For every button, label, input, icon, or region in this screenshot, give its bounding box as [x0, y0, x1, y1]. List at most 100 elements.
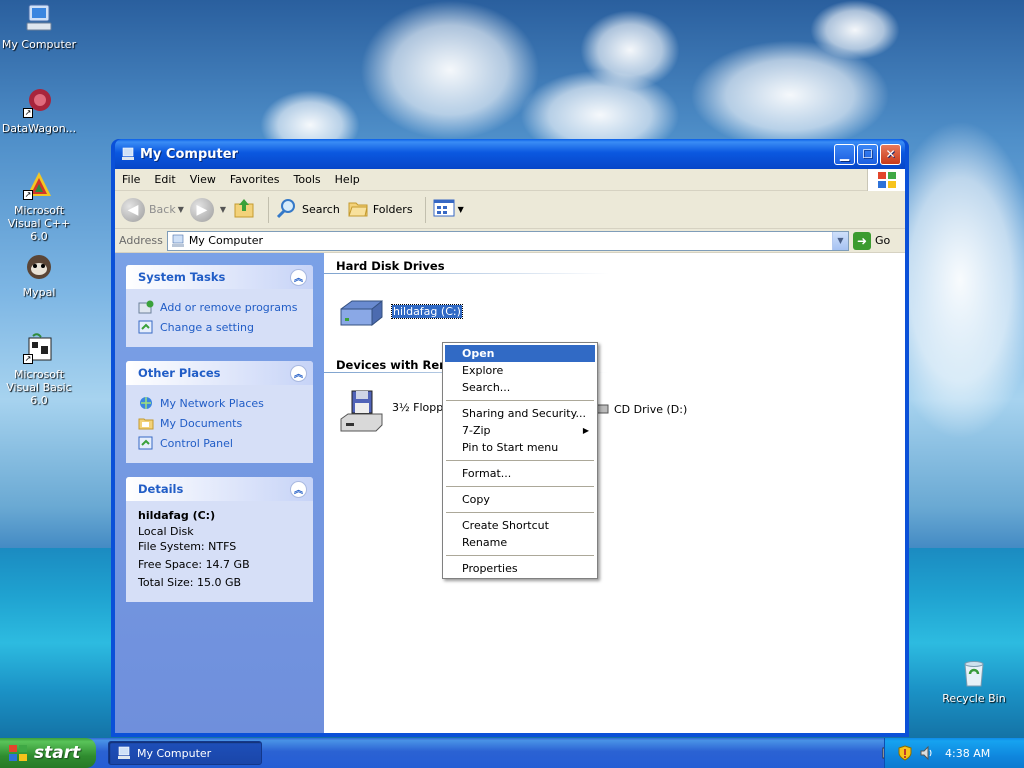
- drive-c[interactable]: hildafag (C:): [338, 291, 463, 331]
- desktop-icon-visual-cpp[interactable]: ↗ Microsoft Visual C++ 6.0: [0, 168, 79, 243]
- drive-floppy[interactable]: 3½ Floppy: [338, 387, 450, 432]
- system-tasks-panel: System Tasks ︽ Add or remove programs Ch…: [126, 265, 313, 347]
- desktop-icon-mypal[interactable]: Mypal: [0, 250, 79, 299]
- details-name: hildafag (C:): [138, 509, 216, 522]
- menu-separator: [446, 460, 594, 461]
- taskbar-my-computer[interactable]: My Computer: [108, 741, 262, 765]
- search-button[interactable]: Search: [275, 196, 340, 223]
- context-7zip[interactable]: 7-Zip ▶: [445, 422, 595, 439]
- hard-disk-drives-heading: Hard Disk Drives: [336, 259, 445, 273]
- place-label: My Documents: [160, 416, 243, 430]
- drive-c-label: hildafag (C:): [391, 303, 463, 319]
- toolbar-separator: [268, 196, 270, 223]
- collapse-icon[interactable]: ︽: [290, 364, 307, 382]
- place-my-documents[interactable]: My Documents: [138, 413, 303, 433]
- window-titlebar[interactable]: My Computer ▁ ☐ ✕: [115, 139, 905, 169]
- context-sharing-security[interactable]: Sharing and Security...: [445, 405, 595, 422]
- datawagon-icon: ↗: [23, 86, 55, 118]
- other-places-header[interactable]: Other Places ︽: [126, 361, 313, 385]
- context-search[interactable]: Search...: [445, 379, 595, 396]
- menu-tools[interactable]: Tools: [287, 173, 328, 186]
- vc6-icon: ↗: [23, 168, 55, 200]
- minimize-button[interactable]: ▁: [834, 143, 855, 165]
- start-button[interactable]: start: [0, 738, 96, 768]
- details-header[interactable]: Details ︽: [126, 477, 313, 501]
- desktop-icon-recycle-bin[interactable]: Recycle Bin: [934, 656, 1014, 705]
- folders-button[interactable]: Folders: [346, 196, 413, 223]
- folders-icon: [346, 196, 370, 223]
- standard-toolbar: ◀ Back ▼ ▶ ▼ Search Folders ▼: [115, 191, 905, 229]
- go-button[interactable]: ➜ Go: [853, 231, 901, 250]
- desktop-icon-label: Mypal: [22, 286, 56, 299]
- volume-icon[interactable]: [919, 745, 935, 761]
- place-control-panel[interactable]: Control Panel: [138, 433, 303, 453]
- address-input[interactable]: My Computer ▼: [166, 230, 849, 251]
- clock[interactable]: 4:38 AM: [945, 747, 990, 760]
- removable-storage-heading: Devices with Remo: [336, 358, 460, 372]
- shortcut-arrow-icon: ↗: [23, 354, 33, 364]
- minimize-icon: ▁: [839, 147, 850, 161]
- desktop-icon-my-computer[interactable]: My Computer: [0, 2, 79, 51]
- menu-favorites[interactable]: Favorites: [223, 173, 287, 186]
- task-change-setting[interactable]: Change a setting: [138, 317, 303, 337]
- address-bar: Address My Computer ▼ ➜ Go: [115, 229, 905, 253]
- windows-flag-icon: [8, 744, 28, 762]
- taskbar: start My Computer 4:38 AM: [0, 738, 1024, 768]
- views-button[interactable]: ▼: [432, 197, 464, 222]
- context-open[interactable]: Open: [445, 345, 595, 362]
- desktop-icon-datawagon[interactable]: ↗ DataWagon...: [0, 86, 79, 135]
- vb6-icon: ↗: [23, 332, 55, 364]
- system-tasks-header[interactable]: System Tasks ︽: [126, 265, 313, 289]
- maximize-button[interactable]: ☐: [857, 143, 878, 165]
- collapse-icon[interactable]: ︽: [290, 480, 307, 498]
- menu-separator: [446, 512, 594, 513]
- window-title: My Computer: [140, 146, 238, 162]
- panel-title: System Tasks: [138, 270, 226, 284]
- toolbar-separator: [424, 196, 426, 223]
- details-file-system: File System: NTFS: [138, 540, 237, 553]
- task-add-remove-programs[interactable]: Add or remove programs: [138, 297, 303, 317]
- up-folder-button[interactable]: [232, 196, 256, 223]
- context-pin-start[interactable]: Pin to Start menu: [445, 439, 595, 456]
- menu-edit[interactable]: Edit: [147, 173, 182, 186]
- close-button[interactable]: ✕: [880, 143, 901, 165]
- place-my-network-places[interactable]: My Network Places: [138, 393, 303, 413]
- place-label: Control Panel: [160, 436, 233, 450]
- forward-button[interactable]: ▶ ▼: [189, 197, 226, 222]
- hard-disk-icon: [338, 291, 386, 331]
- context-create-shortcut[interactable]: Create Shortcut: [445, 517, 595, 534]
- cloud: [580, 10, 680, 90]
- search-icon: [275, 196, 299, 223]
- address-dropdown-button[interactable]: ▼: [832, 231, 848, 250]
- menu-view[interactable]: View: [183, 173, 223, 186]
- context-rename[interactable]: Rename: [445, 534, 595, 551]
- folders-label: Folders: [372, 203, 413, 216]
- collapse-icon[interactable]: ︽: [290, 268, 307, 286]
- my-computer-icon: [171, 234, 185, 248]
- cloud: [360, 0, 540, 140]
- menu-help[interactable]: Help: [328, 173, 367, 186]
- desktop-icon-label: Microsoft Visual Basic 6.0: [6, 368, 72, 407]
- add-remove-programs-icon: [138, 299, 154, 315]
- back-button[interactable]: ◀ Back ▼: [121, 197, 184, 222]
- context-format[interactable]: Format...: [445, 465, 595, 482]
- close-icon: ✕: [885, 147, 896, 161]
- chevron-down-icon[interactable]: ▼: [220, 205, 226, 214]
- cloud: [810, 0, 900, 60]
- task-pane: System Tasks ︽ Add or remove programs Ch…: [115, 253, 324, 733]
- chevron-down-icon: ▼: [457, 205, 464, 214]
- chevron-down-icon[interactable]: ▼: [178, 205, 184, 214]
- drive-cd-label: CD Drive (D:): [614, 402, 688, 416]
- my-documents-icon: [138, 415, 154, 431]
- go-arrow-icon: ➜: [853, 231, 871, 250]
- desktop-icon-visual-basic[interactable]: ↗ Microsoft Visual Basic 6.0: [0, 332, 79, 407]
- drive-cd[interactable]: CD Drive (D:): [594, 399, 687, 419]
- security-shield-icon[interactable]: [897, 745, 913, 761]
- context-properties[interactable]: Properties: [445, 560, 595, 577]
- context-copy[interactable]: Copy: [445, 491, 595, 508]
- context-explore[interactable]: Explore: [445, 362, 595, 379]
- control-panel-icon: [138, 435, 154, 451]
- menu-file[interactable]: File: [115, 173, 147, 186]
- views-icon: [432, 197, 456, 222]
- up-folder-icon: [232, 196, 256, 223]
